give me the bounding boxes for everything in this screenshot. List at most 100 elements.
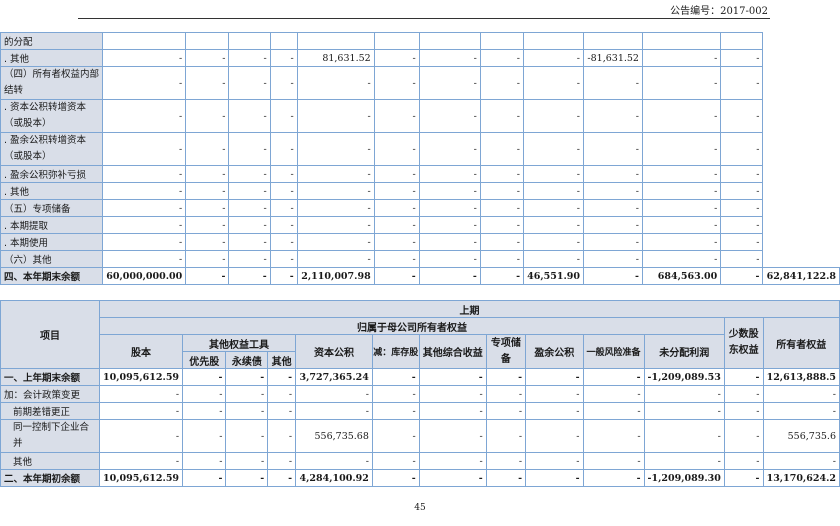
table-cell: - bbox=[371, 402, 420, 420]
row-label: . 其他 bbox=[0, 49, 104, 67]
table-cell: - bbox=[102, 132, 187, 166]
table-cell: - bbox=[643, 419, 725, 453]
table-cell: - bbox=[582, 419, 645, 453]
table-cell: - bbox=[418, 368, 487, 386]
table-cell: - bbox=[583, 216, 643, 234]
row-label: （四）所有者权益内部结转 bbox=[0, 66, 104, 100]
col-header-preferred: 优先股 bbox=[182, 351, 227, 369]
page-number: 45 bbox=[414, 503, 426, 513]
table-cell: 684,563.00 bbox=[641, 267, 722, 285]
table-cell: - bbox=[641, 182, 722, 200]
table-cell: - bbox=[228, 99, 271, 133]
table-cell: - bbox=[720, 66, 764, 100]
table-cell: - bbox=[269, 267, 298, 285]
table-cell: - bbox=[582, 368, 645, 386]
table-cell: - bbox=[373, 216, 420, 234]
table-cell: - bbox=[479, 267, 525, 285]
table-cell: - bbox=[418, 182, 481, 200]
table-cell bbox=[185, 32, 230, 50]
table-cell: - bbox=[723, 469, 764, 487]
table-cell: - bbox=[523, 66, 584, 100]
row-label: 同一控制下企业合并 bbox=[0, 419, 101, 453]
col-header-other-equity: 其他权益工具 bbox=[182, 334, 297, 352]
table-cell: - bbox=[182, 368, 227, 386]
table-cell: - bbox=[371, 419, 420, 453]
table-cell: - bbox=[643, 452, 725, 470]
table-cell: - bbox=[185, 66, 230, 100]
col-header-treasury: 减：库存股 bbox=[371, 334, 420, 369]
table-cell: - bbox=[641, 216, 722, 234]
col-header-perpetual: 永续债 bbox=[225, 351, 269, 369]
col-header-other: 其他 bbox=[267, 351, 297, 369]
col-header-capital-reserve: 资本公积 bbox=[295, 334, 373, 369]
table-cell: - bbox=[182, 385, 227, 403]
table-cell: - bbox=[643, 385, 725, 403]
table-cell: - bbox=[185, 199, 230, 217]
table-cell: - bbox=[267, 402, 297, 420]
table-cell: - bbox=[485, 385, 527, 403]
table-cell: - bbox=[102, 49, 187, 67]
table-cell: - bbox=[479, 49, 525, 67]
table-cell: - bbox=[720, 49, 764, 67]
table-cell: - bbox=[523, 132, 584, 166]
table-cell: - bbox=[723, 368, 764, 386]
table-row: （六）其他 - - - - - - - - - - - - bbox=[0, 250, 840, 268]
col-header-total: 所有者权益 bbox=[762, 317, 840, 369]
table-cell: - bbox=[723, 385, 764, 403]
table-cell: - bbox=[296, 250, 375, 268]
table-cell: - bbox=[228, 132, 271, 166]
table-cell: - bbox=[102, 182, 187, 200]
table-cell bbox=[418, 32, 481, 50]
table-cell: - bbox=[185, 250, 230, 268]
table-cell: - bbox=[296, 233, 375, 251]
table-cell: - bbox=[723, 452, 764, 470]
table-cell: - bbox=[525, 385, 584, 403]
table-cell: - bbox=[269, 66, 298, 100]
table-cell: - bbox=[296, 165, 375, 183]
table-row: 加：会计政策变更 - - - - - - - - - - - - - bbox=[0, 385, 840, 403]
col-header-surplus-reserve: 盈余公积 bbox=[525, 334, 584, 369]
table-cell bbox=[523, 32, 584, 50]
table-cell: - bbox=[225, 368, 269, 386]
table-cell: - bbox=[720, 216, 764, 234]
table-row: 同一控制下企业合并 - - - -556,735.68- - - - - - -556,735.6 bbox=[0, 419, 840, 453]
table-cell: - bbox=[641, 99, 722, 133]
table-cell: -1,209,089.30 bbox=[643, 469, 725, 487]
table-cell: 62,841,122.8 bbox=[762, 267, 840, 285]
table-cell: - bbox=[228, 233, 271, 251]
table-cell: - bbox=[641, 199, 722, 217]
table-cell: - bbox=[102, 199, 187, 217]
row-label: . 盈余公积转增资本（或股本） bbox=[0, 132, 104, 166]
table-cell: - bbox=[269, 199, 298, 217]
table-cell: - bbox=[373, 233, 420, 251]
table-cell: - bbox=[295, 385, 373, 403]
table-cell: - bbox=[371, 385, 420, 403]
table-cell: - bbox=[296, 216, 375, 234]
table-cell: - bbox=[269, 132, 298, 166]
table-cell: - bbox=[225, 419, 269, 453]
table-cell: - bbox=[295, 402, 373, 420]
table-cell: - bbox=[479, 132, 525, 166]
table-cell: - bbox=[485, 419, 527, 453]
table-cell: - bbox=[269, 49, 298, 67]
table-cell: - bbox=[641, 233, 722, 251]
table-cell: - bbox=[479, 233, 525, 251]
table-cell bbox=[720, 32, 764, 50]
table-cell: - bbox=[641, 66, 722, 100]
table-cell: - bbox=[269, 165, 298, 183]
table-cell: - bbox=[523, 216, 584, 234]
table-cell: - bbox=[582, 452, 645, 470]
table-cell: - bbox=[523, 49, 584, 67]
row-label: . 本期使用 bbox=[0, 233, 104, 251]
table-cell: - bbox=[371, 368, 420, 386]
table-cell: - bbox=[267, 385, 297, 403]
notice-number: 公告编号：2017-002 bbox=[670, 6, 768, 17]
table-cell: -1,209,089.53 bbox=[643, 368, 725, 386]
table-cell: - bbox=[418, 233, 481, 251]
table-cell: - bbox=[99, 419, 184, 453]
table-cell: - bbox=[418, 199, 481, 217]
table-cell: 2,110,007.98 bbox=[296, 267, 375, 285]
table-cell: - bbox=[267, 368, 297, 386]
table-cell: - bbox=[523, 182, 584, 200]
col-header-general-risk: 一般风险准备 bbox=[582, 334, 645, 369]
